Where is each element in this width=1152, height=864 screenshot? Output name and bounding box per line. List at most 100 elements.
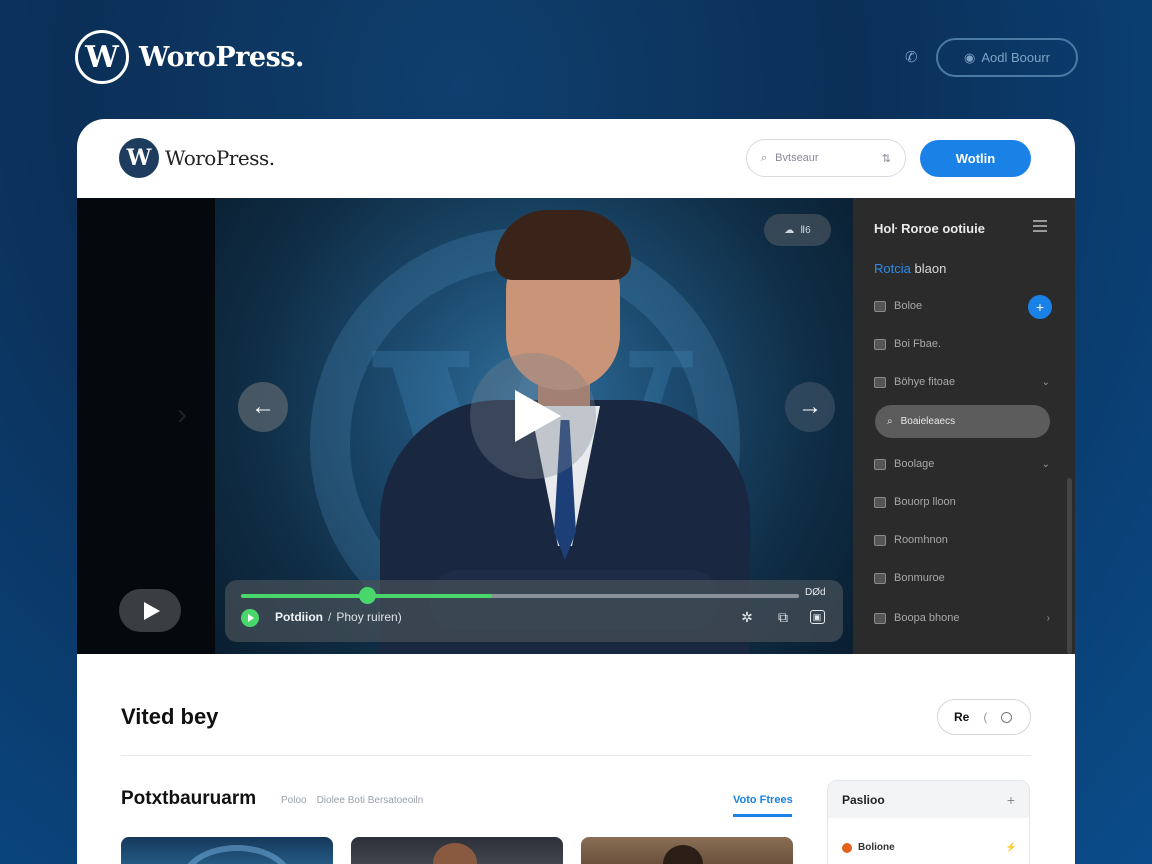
menu-icon[interactable] (1033, 220, 1047, 232)
meta-label: Diolee Boti Bersatoeoiln (316, 795, 424, 806)
video-subtitle: Phoy ruiren) (336, 610, 402, 624)
side-active-accent: Rotcia (874, 261, 911, 276)
search-input[interactable]: ⌕ Bvtseaur ⇅ (746, 139, 906, 177)
chat-icon (874, 338, 886, 350)
card-header: W WoroPress. ⌕ Bvtseaur ⇅ Wotlin (77, 119, 1075, 198)
main-card: W WoroPress. ⌕ Bvtseaur ⇅ Wotlin › W (77, 119, 1075, 864)
side-panel: Hoŀ Roroe ootiuie Rotcia blaon Boloe + B… (853, 198, 1075, 654)
account-button[interactable]: ◉ Aodl Boourr (936, 38, 1078, 77)
quality-label: Ⅱ6 (800, 224, 811, 236)
side-search-input[interactable]: ⌕ Boaieleaecs (875, 405, 1050, 438)
section-filter-pill[interactable]: Re ( (937, 699, 1031, 735)
chevron-right-icon: › (1046, 612, 1050, 624)
wordpress-logo-icon: W (119, 138, 159, 178)
side-item-label: Bonmuroe (894, 572, 945, 584)
duration-label: DØd (805, 587, 826, 598)
arrow-left-icon[interactable]: ← (238, 382, 288, 432)
subsection-title: Potxtbauruarm (121, 788, 257, 809)
cloud-icon: ☁ (784, 224, 795, 236)
section-pill-divider: ( (983, 710, 988, 724)
user-circle-icon: ◉ (964, 49, 976, 65)
radio-icon (1001, 711, 1013, 723)
seek-handle[interactable] (358, 587, 376, 604)
chevron-down-icon: ⌄ (1041, 376, 1050, 388)
play-icon (515, 390, 561, 442)
side-active-label: blaon (914, 261, 947, 276)
link-underline (733, 814, 792, 817)
top-bar: W WoroPress. ✆ ◉ Aodl Boourr (0, 0, 1152, 110)
video-letterbox: › (77, 198, 215, 654)
side-item-label: Roomhnon (894, 534, 948, 546)
side-search-value: Boaieleaecs (900, 416, 956, 427)
divider (121, 755, 1031, 756)
video-thumbnail[interactable] (581, 837, 793, 864)
chevron-down-icon: ⌄ (1041, 458, 1050, 470)
account-button-label: Aodl Boourr (981, 50, 1050, 65)
side-item[interactable]: Roomhnon (874, 530, 1050, 550)
side-panel-title: Hoŀ Roroe ootiuie (874, 221, 985, 236)
live-play-icon[interactable] (241, 609, 259, 627)
side-item-label: Boolage (894, 458, 935, 470)
video-title: Potdiion / Phoy ruiren) (275, 610, 402, 624)
bolt-icon: ⚡ (1005, 842, 1017, 852)
wordpress-logo-icon: W (75, 30, 129, 84)
add-icon[interactable]: + (1007, 792, 1015, 808)
side-item[interactable]: Boi Fbae. (874, 334, 1050, 354)
card-brand-name: WoroPress. (165, 146, 275, 170)
title-separator: / (328, 610, 332, 624)
video-thumbnail[interactable] (121, 837, 333, 864)
brand-name: WoroPress. (139, 41, 304, 73)
seek-bar[interactable] (241, 587, 799, 604)
play-button-large[interactable] (470, 353, 596, 479)
side-item-label: Boi Fbae. (894, 338, 942, 350)
phone-icon[interactable]: ✆ (905, 48, 918, 66)
status-dot-icon (842, 842, 852, 853)
bag-icon (874, 458, 886, 470)
subsection-meta: Poloo Diolee Boti Bersatoeoiln (281, 795, 423, 806)
playlist-box: Paslioo + Bolione ⚡ (827, 780, 1030, 864)
side-item-active[interactable]: Rotcia blaon (874, 261, 946, 276)
side-item[interactable]: Boloe (874, 296, 1050, 316)
document-icon (874, 534, 886, 546)
settings-icon[interactable]: ✲ (737, 608, 757, 626)
arrow-right-icon[interactable]: → (785, 382, 835, 432)
side-item-label: Boloe (894, 300, 923, 312)
chart-icon (874, 572, 886, 584)
video-thumbnail[interactable] (351, 837, 563, 864)
playlist-item[interactable]: Bolione ⚡ (842, 842, 1017, 853)
fullscreen-icon[interactable]: ▣ (807, 608, 827, 626)
side-item[interactable]: Bonmuroe (874, 568, 1050, 588)
pip-icon[interactable]: ⧉ (773, 608, 793, 626)
side-item[interactable]: Böhye fitoae ⌄ (874, 372, 1050, 392)
side-item[interactable]: Boopa bhone › (874, 608, 1050, 628)
scrollbar[interactable] (1067, 478, 1072, 654)
view-all-link[interactable]: Voto Ftrees (733, 794, 793, 806)
video-title-main: Potdiion (275, 610, 323, 624)
search-icon: ⌕ (887, 416, 893, 427)
quality-toggle[interactable]: ☁ Ⅱ6 (764, 214, 831, 246)
chevron-right-icon: › (177, 398, 187, 431)
folder-icon (874, 300, 886, 312)
side-item[interactable]: Boolage ⌄ (874, 454, 1050, 474)
side-item[interactable]: Bouorp lloon (874, 492, 1050, 512)
playlist-item-label: Bolione (858, 842, 895, 853)
add-icon[interactable]: + (1028, 295, 1052, 319)
filter-icon[interactable]: ⇅ (882, 152, 891, 165)
section-title: Vited bey (121, 704, 219, 729)
toggle-icon (874, 612, 886, 624)
primary-button[interactable]: Wotlin (920, 140, 1031, 177)
play-button[interactable] (119, 589, 181, 632)
playlist-title: Paslioo (842, 792, 885, 807)
search-icon: ⌕ (761, 151, 768, 164)
card-brand[interactable]: W WoroPress. (119, 138, 275, 178)
section-pill-label: Re (954, 710, 970, 724)
playlist-header: Paslioo + (828, 781, 1029, 818)
site-brand[interactable]: W WoroPress. (75, 30, 304, 84)
side-item-label: Bouorp lloon (894, 496, 956, 508)
meta-label: Poloo (281, 795, 307, 806)
video-player[interactable]: › W ← → ☁ Ⅱ6 (77, 198, 853, 654)
book-icon (874, 376, 886, 388)
player-controls: DØd Potdiion / Phoy ruiren) ✲ ⧉ ▣ (225, 580, 843, 642)
image-icon (874, 496, 886, 508)
search-placeholder: Bvtseaur (775, 152, 819, 164)
